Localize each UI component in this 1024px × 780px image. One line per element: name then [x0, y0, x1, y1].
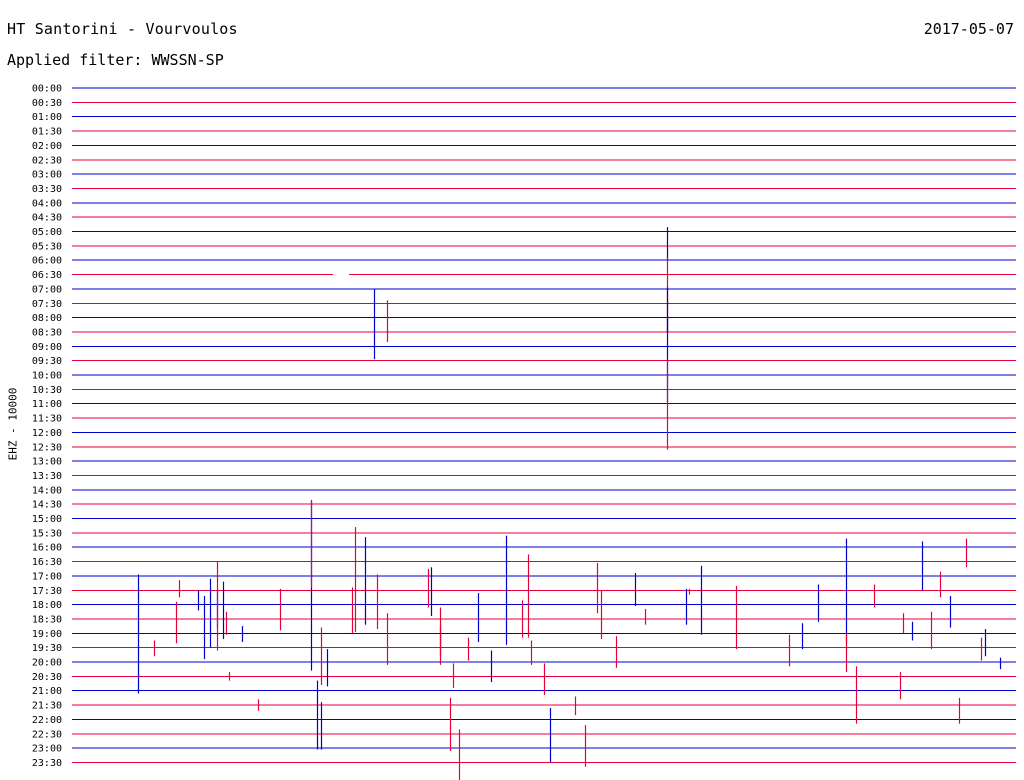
row-tick-label: 20:30 [32, 672, 62, 683]
row-tick-label: 09:30 [32, 356, 62, 367]
row-tick-label: 23:00 [32, 744, 62, 755]
row-tick-label: 02:30 [32, 155, 62, 166]
row-tick-label: 16:30 [32, 557, 62, 568]
row-tick-label: 19:30 [32, 643, 62, 654]
row-tick-label: 05:30 [32, 241, 62, 252]
row-tick-label: 04:00 [32, 198, 62, 209]
row-tick-label: 07:00 [32, 284, 62, 295]
row-tick-label: 04:30 [32, 213, 62, 224]
row-tick-label: 10:00 [32, 371, 62, 382]
trace-lines [72, 87, 1016, 763]
row-tick-label: 00:00 [32, 84, 62, 95]
row-tick-label: 12:30 [32, 442, 62, 453]
row-tick-label: 19:00 [32, 629, 62, 640]
row-tick-label: 03:00 [32, 170, 62, 181]
row-tick-label: 01:00 [32, 112, 62, 123]
row-tick-label: 17:30 [32, 586, 62, 597]
row-tick-label: 12:00 [32, 428, 62, 439]
row-tick-label: 06:00 [32, 256, 62, 267]
row-tick-label: 08:30 [32, 327, 62, 338]
row-tick-label: 16:00 [32, 543, 62, 554]
row-tick-label: 13:00 [32, 457, 62, 468]
row-tick-label: 15:30 [32, 528, 62, 539]
row-tick-label: 07:30 [32, 299, 62, 310]
row-tick-label: 01:30 [32, 127, 62, 138]
trace-events [137, 227, 1002, 780]
row-tick-label: 08:00 [32, 313, 62, 324]
row-tick-label: 00:30 [32, 98, 62, 109]
row-tick-label: 14:00 [32, 485, 62, 496]
row-tick-label: 18:00 [32, 600, 62, 611]
row-tick-label: 23:30 [32, 758, 62, 769]
row-tick-label: 21:00 [32, 686, 62, 697]
row-tick-label: 22:30 [32, 729, 62, 740]
row-tick-labels: 00:00 00:30 01:00 01:30 02:00 02:30 03:00 03:30… [32, 84, 62, 769]
row-tick-label: 14:30 [32, 500, 62, 511]
row-tick-label: 11:00 [32, 399, 62, 410]
helicorder-plot: 00:00 00:30 01:00 01:30 02:00 02:30 03:00 03:30… [32, 84, 1016, 780]
row-tick-label: 03:30 [32, 184, 62, 195]
row-tick-label: 22:00 [32, 715, 62, 726]
row-tick-label: 18:30 [32, 614, 62, 625]
row-tick-label: 20:00 [32, 658, 62, 669]
row-tick-label: 09:00 [32, 342, 62, 353]
row-tick-label: 11:30 [32, 414, 62, 425]
row-tick-label: 17:00 [32, 571, 62, 582]
row-tick-label: 06:30 [32, 270, 62, 281]
row-tick-label: 15:00 [32, 514, 62, 525]
row-tick-label: 02:00 [32, 141, 62, 152]
row-tick-label: 05:00 [32, 227, 62, 238]
row-tick-label: 21:30 [32, 701, 62, 712]
row-tick-label: 10:30 [32, 385, 62, 396]
row-tick-label: 13:30 [32, 471, 62, 482]
